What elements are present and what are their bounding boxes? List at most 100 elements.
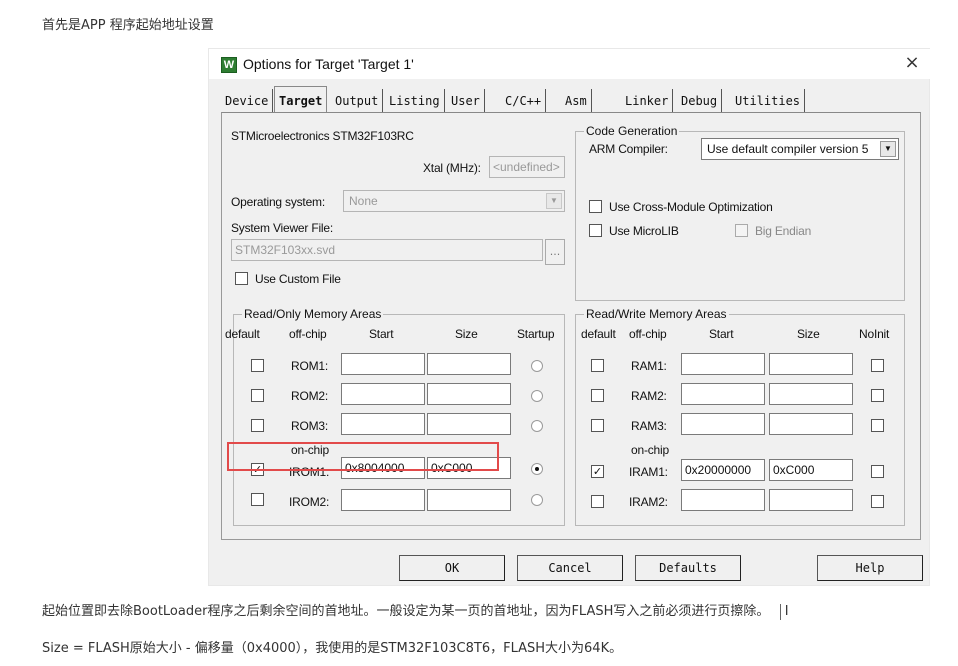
ram-header-noinit: NoInit (859, 327, 890, 341)
tab-user[interactable]: User (447, 89, 485, 113)
ram2-noinit-checkbox[interactable] (871, 389, 884, 402)
intro-text: 首先是APP 程序起始地址设置 (42, 18, 214, 33)
compiler-label: ARM Compiler: (589, 142, 668, 156)
iram1-start-field[interactable]: 0x20000000 (681, 459, 765, 481)
ram2-label: RAM2: (631, 389, 667, 403)
rom2-start-field[interactable] (341, 383, 425, 405)
defaults-button[interactable]: Defaults (635, 555, 741, 581)
rom-header-offchip: off-chip (289, 327, 327, 341)
cancel-button[interactable]: Cancel (517, 555, 623, 581)
tab-target[interactable]: Target (274, 86, 328, 113)
svf-label: System Viewer File: (231, 221, 334, 235)
iram2-label: IRAM2: (629, 495, 668, 509)
big-endian-checkbox[interactable] (735, 224, 748, 237)
rom2-startup-radio[interactable] (531, 390, 543, 402)
browse-svf-button[interactable]: ... (545, 239, 565, 265)
explanation-text: 起始位置即去除BootLoader程序之后剩余空间的首地址。一般设定为某一页的首… (42, 604, 770, 619)
ram3-start-field[interactable] (681, 413, 765, 435)
ram3-noinit-checkbox[interactable] (871, 419, 884, 432)
ram-header-offchip: off-chip (629, 327, 667, 341)
check-icon: ✓ (592, 465, 603, 478)
ram1-default-checkbox[interactable] (591, 359, 604, 372)
irom1-highlight-box (227, 442, 499, 471)
rom-header-size: Size (455, 327, 478, 341)
custom-file-checkbox[interactable] (235, 272, 248, 285)
ram2-start-field[interactable] (681, 383, 765, 405)
device-name: STMicroelectronics STM32F103RC (231, 129, 414, 143)
svf-field[interactable]: STM32F103xx.svd (231, 239, 543, 261)
iram1-size-field[interactable]: 0xC000 (769, 459, 853, 481)
rom1-label: ROM1: (291, 359, 329, 373)
rom3-start-field[interactable] (341, 413, 425, 435)
custom-file-label: Use Custom File (255, 272, 341, 286)
rom2-label: ROM2: (291, 389, 329, 403)
rom3-startup-radio[interactable] (531, 420, 543, 432)
compiler-select[interactable]: Use default compiler version 5 ▼ (701, 138, 899, 160)
xtal-label: Xtal (MHz): (423, 161, 481, 175)
tab-output[interactable]: Output (331, 89, 384, 113)
ram3-default-checkbox[interactable] (591, 419, 604, 432)
options-dialog: W Options for Target 'Target 1' × Device… (208, 48, 931, 586)
iram1-label: IRAM1: (629, 465, 668, 479)
close-icon[interactable]: × (899, 52, 925, 76)
ok-button[interactable]: OK (399, 555, 505, 581)
rom-header-default: default (225, 327, 260, 341)
ram1-size-field[interactable] (769, 353, 853, 375)
os-select[interactable]: None ▼ (343, 190, 565, 212)
tab-utilities[interactable]: Utilities (731, 89, 806, 113)
rom1-size-field[interactable] (427, 353, 511, 375)
os-select-value: None (349, 194, 378, 208)
rom-header-startup: Startup (517, 327, 555, 341)
iram2-default-checkbox[interactable] (591, 495, 604, 508)
rom-header-start: Start (369, 327, 394, 341)
iram1-noinit-checkbox[interactable] (871, 465, 884, 478)
rom1-startup-radio[interactable] (531, 360, 543, 372)
rom3-default-checkbox[interactable] (251, 419, 264, 432)
rom2-default-checkbox[interactable] (251, 389, 264, 402)
iram2-start-field[interactable] (681, 489, 765, 511)
cross-module-checkbox[interactable] (589, 200, 602, 213)
tab-device[interactable]: Device (221, 89, 274, 113)
ram2-default-checkbox[interactable] (591, 389, 604, 402)
microlib-checkbox[interactable] (589, 224, 602, 237)
help-button[interactable]: Help (817, 555, 923, 581)
tab-asm[interactable]: Asm (561, 89, 592, 113)
irom2-label: IROM2: (289, 495, 330, 509)
tab-c-cpp[interactable]: C/C++ (501, 89, 547, 113)
ram3-size-field[interactable] (769, 413, 853, 435)
iram1-default-checkbox[interactable]: ✓ (591, 465, 604, 478)
rom-group-title: Read/Only Memory Areas (242, 307, 384, 321)
cross-module-label: Use Cross-Module Optimization (609, 200, 773, 214)
ram1-start-field[interactable] (681, 353, 765, 375)
rom3-size-field[interactable] (427, 413, 511, 435)
os-label: Operating system: (231, 195, 325, 209)
rom3-label: ROM3: (291, 419, 329, 433)
ram-group-title: Read/Write Memory Areas (584, 307, 729, 321)
tab-debug[interactable]: Debug (677, 89, 723, 113)
big-endian-label: Big Endian (755, 224, 812, 238)
rom1-default-checkbox[interactable] (251, 359, 264, 372)
tab-linker[interactable]: Linker (621, 89, 674, 113)
ram-header-default: default (581, 327, 616, 341)
irom2-default-checkbox[interactable] (251, 493, 264, 506)
dialog-title: Options for Target 'Target 1' (243, 56, 414, 72)
microlib-label: Use MicroLIB (609, 224, 679, 238)
size-formula-text: Size = FLASH原始大小 - 偏移量（0x4000），我使用的是STM3… (42, 641, 623, 656)
ram1-label: RAM1: (631, 359, 667, 373)
xtal-field[interactable]: <undefined> (489, 156, 565, 178)
tab-listing[interactable]: Listing (385, 89, 445, 113)
iram2-size-field[interactable] (769, 489, 853, 511)
chevron-down-icon: ▼ (880, 141, 896, 157)
iram2-noinit-checkbox[interactable] (871, 495, 884, 508)
text-caret (779, 603, 781, 620)
irom2-size-field[interactable] (427, 489, 511, 511)
ram2-size-field[interactable] (769, 383, 853, 405)
ram-header-size: Size (797, 327, 820, 341)
irom1-startup-radio[interactable] (531, 463, 543, 475)
rom2-size-field[interactable] (427, 383, 511, 405)
irom2-start-field[interactable] (341, 489, 425, 511)
irom2-startup-radio[interactable] (531, 494, 543, 506)
rom1-start-field[interactable] (341, 353, 425, 375)
compiler-select-value: Use default compiler version 5 (707, 142, 869, 156)
ram1-noinit-checkbox[interactable] (871, 359, 884, 372)
